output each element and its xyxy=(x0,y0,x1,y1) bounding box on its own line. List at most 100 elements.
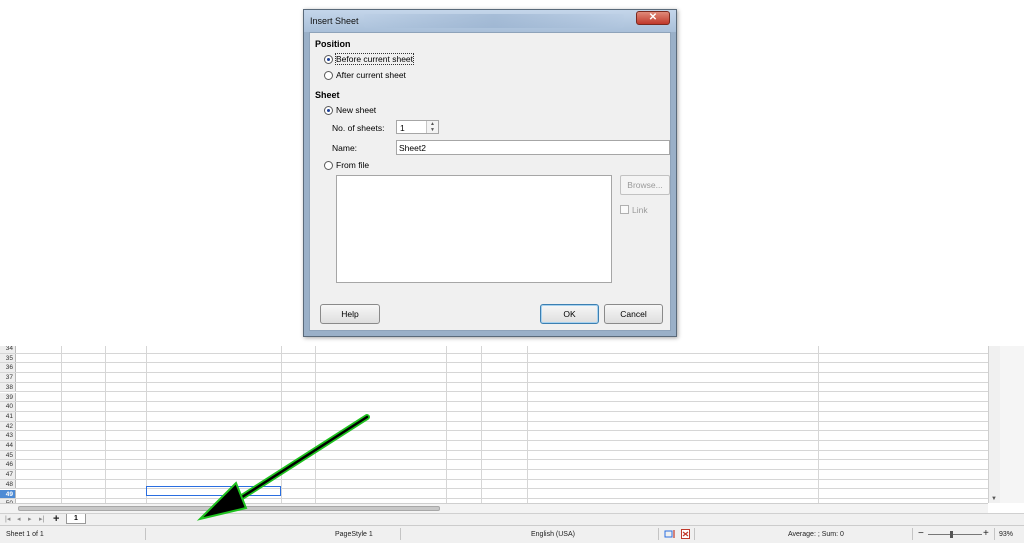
column-gridline xyxy=(818,346,819,503)
table-row[interactable]: 43 xyxy=(0,431,988,441)
after-current-sheet-label[interactable]: After current sheet xyxy=(336,70,406,80)
before-current-sheet-radio[interactable] xyxy=(324,55,333,64)
table-row[interactable]: 35 xyxy=(0,353,988,364)
table-row[interactable]: 47 xyxy=(0,470,988,480)
row-header[interactable]: 39 xyxy=(0,392,16,402)
sheet-tab-bar: |◂ ◂ ▸ ▸| + 1 xyxy=(0,513,1024,525)
selection-mode-icon[interactable] xyxy=(664,529,676,541)
row-header[interactable]: 46 xyxy=(0,460,16,470)
row-header[interactable]: 38 xyxy=(0,382,16,392)
page-style[interactable]: PageStyle 1 xyxy=(335,531,373,538)
row-header[interactable]: 47 xyxy=(0,470,16,479)
cell-grid[interactable]: 5049484746454443424140393837363534 xyxy=(0,346,988,503)
row-header[interactable]: 35 xyxy=(0,353,16,363)
close-button[interactable]: ✕ xyxy=(636,11,670,25)
document-modified-icon[interactable] xyxy=(681,529,690,541)
insert-sheet-dialog: Insert Sheet ✕ Position Before current s… xyxy=(303,9,677,337)
name-label: Name: xyxy=(332,143,358,153)
table-row[interactable]: 41 xyxy=(0,411,988,422)
sheet-name-value: Sheet2 xyxy=(399,143,426,153)
column-gridline xyxy=(105,346,106,503)
browse-button[interactable]: Browse... xyxy=(620,175,670,195)
table-row[interactable]: 34 xyxy=(0,346,988,354)
table-row[interactable]: 46 xyxy=(0,460,988,471)
after-current-sheet-radio[interactable] xyxy=(324,71,333,80)
next-sheet-nav-icon[interactable]: ▸ xyxy=(28,515,32,523)
row-header[interactable]: 41 xyxy=(0,411,16,421)
scroll-down-icon[interactable]: ▼ xyxy=(991,496,997,502)
new-sheet-radio[interactable] xyxy=(324,106,333,115)
table-row[interactable]: 36 xyxy=(0,363,988,374)
dialog-titlebar[interactable]: Insert Sheet ✕ xyxy=(304,10,676,32)
status-separator xyxy=(994,528,995,540)
table-row[interactable]: 38 xyxy=(0,382,988,393)
table-row[interactable]: 37 xyxy=(0,373,988,383)
zoom-slider-knob[interactable] xyxy=(950,531,953,538)
before-current-sheet-label[interactable]: Before current sheet xyxy=(334,53,415,65)
last-sheet-nav-icon[interactable]: ▸| xyxy=(39,515,44,523)
row-header[interactable]: 34 xyxy=(0,346,16,353)
new-sheet-label[interactable]: New sheet xyxy=(336,105,376,115)
row-header[interactable]: 36 xyxy=(0,363,16,373)
from-file-label[interactable]: From file xyxy=(336,160,369,170)
first-sheet-nav-icon[interactable]: |◂ xyxy=(5,515,10,523)
sheet-count: Sheet 1 of 1 xyxy=(6,531,44,538)
zoom-level[interactable]: 93% xyxy=(999,531,1013,538)
horizontal-scrollbar[interactable] xyxy=(0,503,988,513)
status-separator xyxy=(145,528,146,540)
right-margin xyxy=(1000,346,1024,503)
stepper-buttons[interactable]: ▲ ▼ xyxy=(426,121,438,133)
table-row[interactable]: 40 xyxy=(0,402,988,412)
sheet-tab[interactable]: 1 xyxy=(66,514,86,524)
column-gridline xyxy=(281,346,282,503)
file-sheet-list[interactable] xyxy=(336,175,612,283)
row-header[interactable]: 37 xyxy=(0,373,16,382)
column-gridline xyxy=(61,346,62,503)
status-separator xyxy=(694,528,695,540)
table-row[interactable]: 45 xyxy=(0,450,988,461)
dialog-title: Insert Sheet xyxy=(310,16,359,26)
cancel-button[interactable]: Cancel xyxy=(604,304,663,324)
status-separator xyxy=(400,528,401,540)
prev-sheet-nav-icon[interactable]: ◂ xyxy=(17,515,21,523)
help-button[interactable]: Help xyxy=(320,304,380,324)
sheet-name-field[interactable]: Sheet2 xyxy=(396,140,670,155)
decrement-icon[interactable]: ▼ xyxy=(427,127,438,133)
row-header[interactable]: 40 xyxy=(0,402,16,411)
column-gridline xyxy=(446,346,447,503)
dialog-body: Position Before current sheet After curr… xyxy=(309,32,671,331)
selected-cell[interactable] xyxy=(146,486,281,496)
row-header[interactable]: 43 xyxy=(0,431,16,440)
language[interactable]: English (USA) xyxy=(531,531,575,538)
row-header[interactable]: 48 xyxy=(0,479,16,489)
status-separator xyxy=(912,528,913,540)
horizontal-scroll-thumb[interactable] xyxy=(18,506,440,511)
no-of-sheets-label: No. of sheets: xyxy=(332,123,385,133)
zoom-in-icon[interactable]: + xyxy=(983,528,989,539)
add-sheet-icon[interactable]: + xyxy=(53,513,59,525)
no-of-sheets-stepper[interactable]: 1 ▲ ▼ xyxy=(396,120,439,134)
position-heading: Position xyxy=(315,39,351,49)
zoom-slider[interactable] xyxy=(928,534,982,535)
table-row[interactable]: 44 xyxy=(0,441,988,451)
table-row[interactable]: 39 xyxy=(0,392,988,403)
column-gridline xyxy=(146,346,147,503)
sheet-heading: Sheet xyxy=(315,90,340,100)
close-icon: ✕ xyxy=(648,12,658,23)
row-header[interactable]: 42 xyxy=(0,421,16,431)
status-separator xyxy=(658,528,659,540)
link-checkbox[interactable] xyxy=(620,205,629,214)
sum-display[interactable]: Average: ; Sum: 0 xyxy=(788,531,844,538)
table-row[interactable]: 42 xyxy=(0,421,988,432)
status-bar: Sheet 1 of 1 PageStyle 1 English (USA) A… xyxy=(0,525,1024,543)
row-header[interactable]: 45 xyxy=(0,450,16,460)
from-file-radio[interactable] xyxy=(324,161,333,170)
row-header[interactable]: 49 xyxy=(0,489,16,499)
column-gridline xyxy=(527,346,528,503)
blurred-background-title xyxy=(364,14,624,28)
zoom-out-icon[interactable]: − xyxy=(918,528,924,539)
ok-button[interactable]: OK xyxy=(540,304,599,324)
row-header[interactable]: 44 xyxy=(0,441,16,450)
vertical-scrollbar[interactable]: ▼ xyxy=(988,346,1000,503)
link-label[interactable]: Link xyxy=(632,205,648,215)
